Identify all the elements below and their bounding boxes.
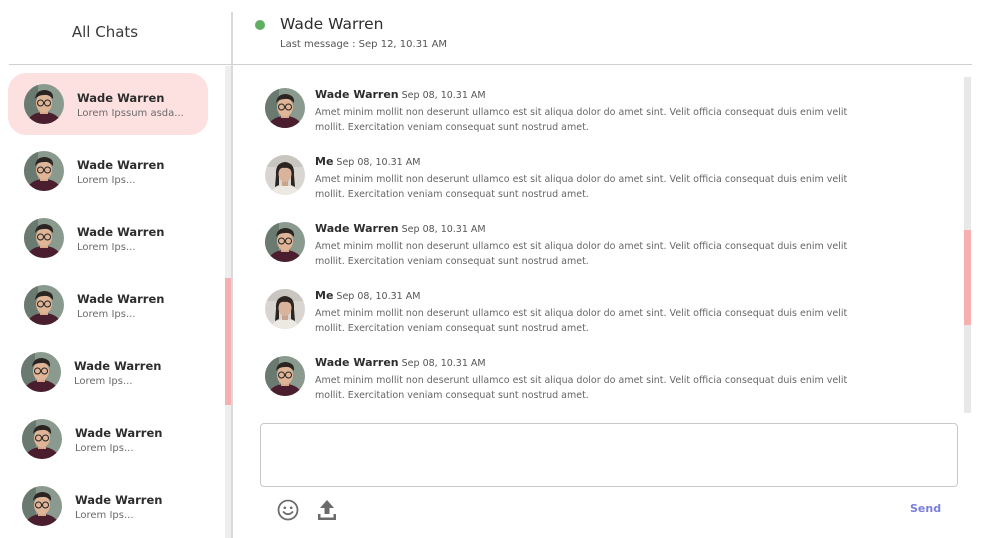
message: Me Sep 08, 10.31 AM Amet minim mollit non…	[255, 273, 955, 334]
message-time: Sep 08, 10.31 AM	[401, 90, 486, 101]
chat-list-item[interactable]: Wade Warren Lorem Ips...	[5, 341, 205, 403]
online-status-dot	[255, 20, 265, 30]
message-text: Amet minim mollit non deserunt ullamco e…	[315, 107, 848, 133]
avatar	[24, 218, 64, 258]
chat-name: Wade Warren	[74, 359, 162, 373]
sidebar-title: All Chats	[71, 23, 139, 41]
chat-sidebar: All Chats Wade Warren Lorem Ipssum asda.…	[0, 0, 232, 538]
smiley-icon[interactable]	[276, 498, 300, 522]
message-input[interactable]	[260, 423, 958, 487]
avatar	[265, 88, 305, 128]
chat-name: Wade Warren	[77, 292, 165, 306]
avatar	[265, 289, 305, 329]
message-time: Sep 08, 10.31 AM	[401, 358, 486, 369]
message-time: Sep 08, 10.31 AM	[336, 157, 421, 168]
message-text: Amet minim mollit non deserunt ullamco e…	[315, 174, 848, 200]
avatar	[22, 419, 62, 459]
contact-name: Wade Warren	[280, 15, 384, 33]
avatar	[265, 222, 305, 262]
sender-name: Wade Warren	[315, 222, 399, 235]
sidebar-divider	[9, 64, 231, 65]
sender-name: Me	[315, 289, 334, 302]
message-time: Sep 08, 10.31 AM	[336, 291, 421, 302]
sender-name: Wade Warren	[315, 88, 399, 101]
chat-preview: Lorem Ips...	[77, 242, 136, 253]
chat-name: Wade Warren	[75, 493, 163, 507]
send-button[interactable]: Send	[910, 502, 941, 515]
message-text: Amet minim mollit non deserunt ullamco e…	[315, 375, 848, 401]
chat-list-item[interactable]: Wade Warren Lorem Ips...	[8, 274, 208, 336]
chat-name: Wade Warren	[77, 91, 165, 105]
chat-preview: Lorem Ips...	[74, 376, 133, 387]
chat-preview: Lorem Ips...	[77, 309, 136, 320]
avatar	[24, 285, 64, 325]
message: Me Sep 08, 10.31 AM Amet minim mollit non…	[255, 139, 955, 200]
message-text: Amet minim mollit non deserunt ullamco e…	[315, 308, 848, 334]
avatar	[265, 155, 305, 195]
chat-name: Wade Warren	[77, 225, 165, 239]
last-message-time: Last message : Sep 12, 10.31 AM	[280, 39, 448, 50]
message: Wade Warren Sep 08, 10.31 AM Amet minim m…	[255, 340, 955, 401]
message: Wade Warren Sep 08, 10.31 AM Amet minim m…	[255, 206, 955, 267]
chat-preview: Lorem Ipssum asda...	[77, 108, 184, 119]
message-sender: Wade Warren Sep 08, 10.31 AM	[315, 356, 486, 369]
chat-preview: Lorem Ips...	[75, 510, 134, 521]
chat-list-item[interactable]: Wade Warren Lorem Ips...	[6, 475, 206, 537]
avatar	[21, 352, 61, 392]
chat-list-item[interactable]: Wade Warren Lorem Ips...	[8, 207, 208, 269]
chat-list-item[interactable]: Wade Warren Lorem Ips...	[6, 408, 206, 470]
chat-preview: Lorem Ips...	[75, 443, 134, 454]
chat-name: Wade Warren	[75, 426, 163, 440]
messages-scrollbar-thumb[interactable]	[964, 230, 971, 325]
message-sender: Me Sep 08, 10.31 AM	[315, 155, 420, 168]
header-divider	[233, 64, 972, 65]
avatar	[265, 356, 305, 396]
message-time: Sep 08, 10.31 AM	[401, 224, 486, 235]
avatar	[24, 151, 64, 191]
message: Wade Warren Sep 08, 10.31 AM Amet minim m…	[255, 72, 955, 133]
message-sender: Me Sep 08, 10.31 AM	[315, 289, 420, 302]
panel-divider	[231, 12, 233, 538]
chat-list-item[interactable]: Wade Warren Lorem Ipssum asda...	[8, 73, 208, 135]
message-sender: Wade Warren Sep 08, 10.31 AM	[315, 222, 486, 235]
message-text: Amet minim mollit non deserunt ullamco e…	[315, 241, 848, 267]
chat-preview: Lorem Ips...	[77, 175, 136, 186]
message-sender: Wade Warren Sep 08, 10.31 AM	[315, 88, 486, 101]
message-list: Wade Warren Sep 08, 10.31 AM Amet minim m…	[255, 72, 955, 412]
sender-name: Me	[315, 155, 334, 168]
avatar	[24, 84, 64, 124]
avatar	[22, 486, 62, 526]
upload-icon[interactable]	[315, 497, 339, 523]
chat-list-item[interactable]: Wade Warren Lorem Ips...	[8, 140, 208, 202]
sender-name: Wade Warren	[315, 356, 399, 369]
chat-name: Wade Warren	[77, 158, 165, 172]
